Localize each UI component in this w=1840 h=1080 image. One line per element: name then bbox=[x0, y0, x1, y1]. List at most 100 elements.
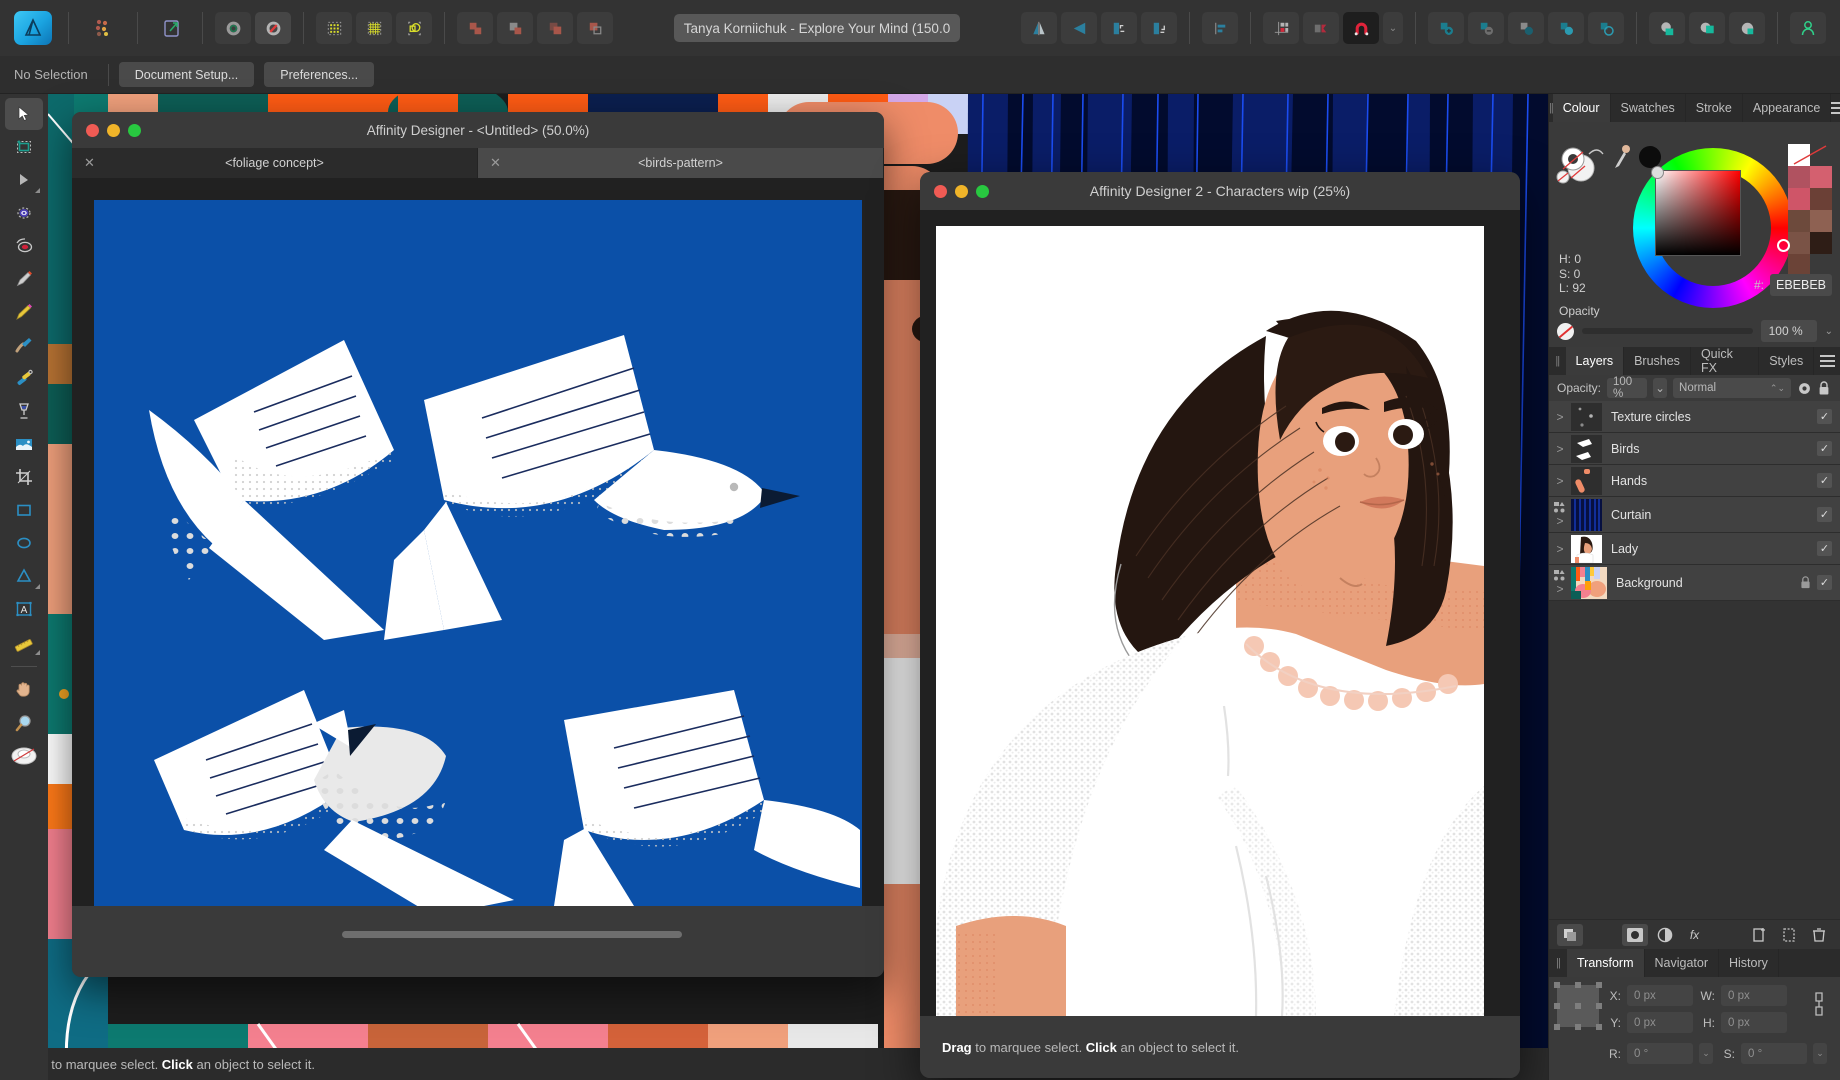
table-row[interactable]: > Lady ✓ bbox=[1549, 533, 1840, 565]
swatch-5[interactable] bbox=[1788, 210, 1810, 232]
pen-tool[interactable] bbox=[5, 263, 43, 295]
artboard-tool[interactable] bbox=[5, 131, 43, 163]
align-left-icon[interactable] bbox=[1202, 12, 1238, 44]
fill-stroke-swatch[interactable] bbox=[1555, 144, 1607, 186]
document-window-2[interactable]: Affinity Designer 2 - Characters wip (25… bbox=[920, 172, 1520, 1078]
ellipse-tool[interactable] bbox=[5, 527, 43, 559]
layer-visibility-checkbox[interactable]: ✓ bbox=[1817, 441, 1832, 456]
effects-icon[interactable] bbox=[1553, 501, 1567, 513]
crop-tool[interactable] bbox=[5, 461, 43, 493]
settings-gear-icon[interactable] bbox=[215, 12, 251, 44]
layers-panel-menu-icon[interactable] bbox=[1814, 347, 1840, 375]
pencil-tool[interactable] bbox=[5, 296, 43, 328]
document-window-1[interactable]: Affinity Designer - <Untitled> (50.0%) ✕… bbox=[72, 112, 884, 977]
geometry-add-icon[interactable] bbox=[1428, 12, 1464, 44]
sv-selector-handle[interactable] bbox=[1651, 166, 1664, 179]
chevron-down-icon[interactable]: ⌄ bbox=[1653, 378, 1668, 398]
tab-stroke[interactable]: Stroke bbox=[1686, 94, 1743, 122]
window1-zoom-button[interactable] bbox=[128, 123, 141, 137]
swatch-7[interactable] bbox=[1788, 232, 1810, 254]
panel-grip-icon[interactable]: || bbox=[1549, 949, 1567, 977]
table-row[interactable]: > Background ✓ bbox=[1549, 565, 1840, 601]
layer-visibility-checkbox[interactable]: ✓ bbox=[1817, 409, 1832, 424]
opacity-slider[interactable] bbox=[1582, 328, 1753, 334]
table-row[interactable]: > Birds ✓ bbox=[1549, 433, 1840, 465]
window1-horizontal-scrollbar[interactable] bbox=[72, 929, 884, 941]
group-icon[interactable] bbox=[1689, 12, 1725, 44]
swatch-white[interactable] bbox=[1788, 144, 1827, 166]
chevron-down-icon[interactable]: ⌄ bbox=[1825, 326, 1833, 337]
export-persona-icon[interactable] bbox=[154, 12, 190, 44]
tab-styles[interactable]: Styles bbox=[1759, 347, 1815, 375]
h-input[interactable]: 0 px bbox=[1721, 1012, 1787, 1033]
rotate-right-icon[interactable] bbox=[1141, 12, 1177, 44]
scrollbar-thumb[interactable] bbox=[342, 931, 682, 938]
grid-settings-icon[interactable] bbox=[356, 12, 392, 44]
snapping-shape-icon[interactable] bbox=[396, 12, 432, 44]
tab-brushes[interactable]: Brushes bbox=[1624, 347, 1691, 375]
magnet-snapping-icon[interactable] bbox=[1343, 12, 1379, 44]
compound-icon[interactable] bbox=[1729, 12, 1765, 44]
mask-layer-icon[interactable] bbox=[1621, 923, 1648, 946]
hex-input[interactable]: EBEBEB bbox=[1770, 274, 1832, 296]
geometry-intersect-icon[interactable] bbox=[1508, 12, 1544, 44]
triangle-tool[interactable] bbox=[5, 560, 43, 592]
chevron-right-icon[interactable]: > bbox=[1549, 474, 1571, 488]
chevron-down-icon[interactable]: ⌄ bbox=[1699, 1043, 1713, 1064]
swatch-8[interactable] bbox=[1810, 232, 1832, 254]
window2-zoom-button[interactable] bbox=[976, 184, 989, 198]
chevron-right-icon[interactable]: > bbox=[1549, 542, 1571, 556]
panel-grip-icon[interactable]: || bbox=[1549, 347, 1566, 375]
layer-stack-icon[interactable] bbox=[1557, 923, 1583, 946]
r-input[interactable]: 0 ° bbox=[1627, 1043, 1693, 1064]
chevron-right-icon[interactable]: > bbox=[1556, 582, 1563, 596]
boolean-divide-icon[interactable] bbox=[577, 12, 613, 44]
layer-lock-icon[interactable] bbox=[1800, 576, 1811, 589]
fill-tool[interactable] bbox=[5, 395, 43, 427]
link-dimensions-icon[interactable] bbox=[1806, 985, 1832, 1017]
window1-close-button[interactable] bbox=[86, 123, 99, 137]
tab-layers[interactable]: Layers bbox=[1565, 347, 1625, 375]
mask-icon[interactable] bbox=[1649, 12, 1685, 44]
boolean-add-icon[interactable] bbox=[457, 12, 493, 44]
new-layer-icon[interactable] bbox=[1746, 924, 1772, 946]
chevron-right-icon[interactable]: > bbox=[1549, 442, 1571, 456]
layer-visibility-checkbox[interactable]: ✓ bbox=[1817, 473, 1832, 488]
window1-titlebar[interactable]: Affinity Designer - <Untitled> (50.0%) bbox=[72, 112, 884, 148]
opacity-value-input[interactable]: 100 % bbox=[1760, 320, 1817, 342]
window2-close-button[interactable] bbox=[934, 184, 947, 198]
s-input[interactable]: 0 ° bbox=[1741, 1043, 1807, 1064]
layer-opacity-input[interactable]: 100 % bbox=[1607, 376, 1648, 400]
rotate-left-icon[interactable] bbox=[1101, 12, 1137, 44]
chevron-down-icon[interactable]: ⌄ bbox=[1813, 1043, 1827, 1064]
chevron-right-icon[interactable]: > bbox=[1556, 514, 1563, 528]
window1-canvas[interactable] bbox=[94, 200, 862, 906]
view-pan-tool[interactable] bbox=[5, 674, 43, 706]
tab-quick-fx[interactable]: Quick FX bbox=[1691, 347, 1760, 375]
saturation-value-box[interactable] bbox=[1655, 170, 1741, 256]
hue-selector-handle[interactable] bbox=[1777, 239, 1790, 252]
measure-tool[interactable] bbox=[5, 626, 43, 658]
vector-crop-tool[interactable] bbox=[5, 230, 43, 262]
layer-lock-icon[interactable] bbox=[1818, 380, 1830, 396]
geometry-subtract-icon[interactable] bbox=[1468, 12, 1504, 44]
geometry-divide-icon[interactable] bbox=[1588, 12, 1624, 44]
place-image-tool[interactable] bbox=[5, 428, 43, 460]
swatch-4[interactable] bbox=[1810, 188, 1832, 210]
window2-titlebar[interactable]: Affinity Designer 2 - Characters wip (25… bbox=[920, 172, 1520, 210]
account-icon[interactable] bbox=[1790, 12, 1826, 44]
personas-icon[interactable] bbox=[85, 12, 121, 44]
geometry-xor-icon[interactable] bbox=[1548, 12, 1584, 44]
tab-swatches[interactable]: Swatches bbox=[1611, 94, 1686, 122]
corner-tool[interactable] bbox=[5, 197, 43, 229]
layer-visibility-checkbox[interactable]: ✓ bbox=[1817, 541, 1832, 556]
swatch-6[interactable] bbox=[1810, 210, 1832, 232]
swatch-2[interactable] bbox=[1810, 166, 1832, 188]
show-grid-icon[interactable] bbox=[316, 12, 352, 44]
window1-minimize-button[interactable] bbox=[107, 123, 120, 137]
window2-canvas[interactable] bbox=[936, 226, 1484, 1016]
effects-icon[interactable] bbox=[1553, 569, 1567, 581]
swatch-1[interactable] bbox=[1788, 166, 1810, 188]
document-title[interactable]: Tanya Korniichuk - Explore Your Mind (15… bbox=[673, 14, 961, 42]
swatch-9[interactable] bbox=[1788, 254, 1810, 276]
